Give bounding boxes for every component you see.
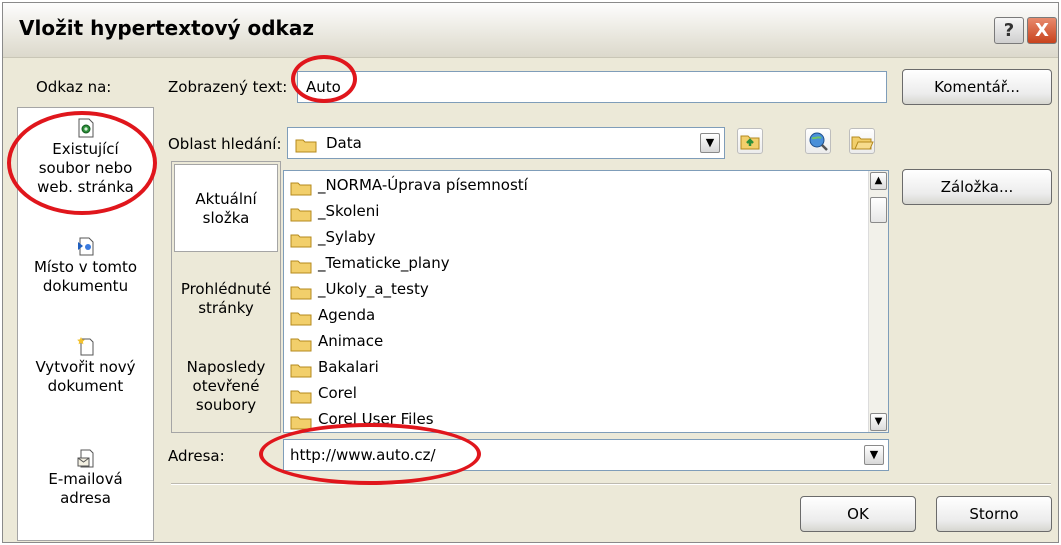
folder-icon (290, 360, 312, 377)
folder-icon (290, 204, 312, 221)
file-list-item[interactable]: _Tematicke_plany (290, 250, 450, 276)
file-name: _NORMA-Úprava písemností (318, 176, 528, 194)
browse-item-label: stránky (198, 299, 254, 317)
place-in-document-icon (77, 237, 93, 256)
screentip-button[interactable]: Komentář... (902, 69, 1052, 105)
browse-item-label: Prohlédnuté (180, 280, 272, 298)
link-to-email[interactable]: E-mailová adresa (18, 448, 153, 508)
file-list-scrollbar[interactable]: ▲ ▼ (868, 171, 888, 432)
file-name: _Tematicke_plany (318, 254, 450, 272)
folder-icon (290, 178, 312, 195)
file-name: _Sylaby (318, 228, 376, 246)
new-document-icon (76, 337, 93, 356)
dialog-title: Vložit hypertextový odkaz (19, 16, 314, 40)
file-list-item[interactable]: _Sylaby (290, 224, 376, 250)
look-in-value: Data (326, 134, 362, 152)
bookmark-button[interactable]: Záložka... (902, 169, 1052, 205)
file-list-item[interactable]: Bakalari (290, 354, 379, 380)
folder-icon (290, 386, 312, 403)
address-label: Adresa: (168, 447, 225, 465)
browse-bar: Aktuální složka Prohlédnuté stránky Napo… (171, 161, 281, 433)
file-name: Bakalari (318, 358, 379, 376)
file-name: Animace (318, 332, 384, 350)
folder-icon (290, 230, 312, 247)
browse-recent-files[interactable]: Naposledy otevřené soubory (172, 358, 280, 415)
display-text-label: Zobrazený text: (168, 78, 288, 96)
link-to-label: Odkaz na: (36, 78, 112, 96)
highlight-ellipse (259, 423, 481, 485)
chevron-down-icon[interactable]: ▼ (700, 133, 720, 153)
display-text-input[interactable]: Auto (297, 71, 887, 103)
browse-file-icon[interactable] (849, 128, 875, 154)
file-list-item[interactable]: Animace (290, 328, 383, 354)
cancel-button[interactable]: Storno (936, 496, 1052, 532)
browse-browsed-pages[interactable]: Prohlédnuté stránky (172, 280, 280, 318)
help-button[interactable]: ? (994, 17, 1024, 44)
file-list-item[interactable]: _Ukoly_a_testy (290, 276, 429, 302)
link-to-new-document[interactable]: Vytvořit nový dokument (18, 336, 153, 396)
link-to-item-label: Místo v tomto (33, 258, 138, 276)
link-to-item-label: dokumentu (42, 277, 129, 295)
folder-icon (290, 308, 312, 325)
link-to-item-label: dokument (47, 377, 124, 395)
browse-item-label: soubory (195, 396, 257, 414)
browse-item-label: Naposledy (186, 358, 266, 376)
highlight-ellipse (7, 111, 157, 215)
scrollbar-thumb[interactable] (870, 197, 887, 223)
close-button[interactable]: X (1027, 17, 1057, 44)
browse-web-icon[interactable] (805, 128, 831, 154)
file-list-item[interactable]: Agenda (290, 302, 375, 328)
look-in-dropdown[interactable]: Data ▼ (287, 127, 725, 159)
file-list-item[interactable]: Corel (290, 380, 357, 406)
title-bar: Vložit hypertextový odkaz ? X (3, 3, 1058, 58)
file-name: _Ukoly_a_testy (318, 280, 429, 298)
file-list-item[interactable]: _NORMA-Úprava písemností (290, 172, 528, 198)
email-icon (77, 449, 93, 468)
look-in-label: Oblast hledání: (168, 135, 282, 153)
folder-icon (290, 412, 312, 429)
link-to-place-in-document[interactable]: Místo v tomto dokumentu (18, 236, 153, 296)
chevron-down-icon[interactable]: ▼ (864, 445, 884, 465)
highlight-ellipse (291, 55, 357, 103)
file-list[interactable]: _NORMA-Úprava písemností _Skoleni _Sylaby _… (283, 170, 889, 433)
insert-hyperlink-dialog: Vložit hypertextový odkaz ? X Odkaz na: … (2, 2, 1059, 543)
folder-icon (290, 334, 312, 351)
browse-item-label: otevřené (192, 377, 260, 395)
chevron-up-icon[interactable]: ▲ (870, 172, 887, 190)
folder-icon (290, 256, 312, 273)
file-name: Corel (318, 384, 357, 402)
file-name: _Skoleni (318, 202, 380, 220)
link-to-item-label: adresa (60, 489, 111, 507)
file-list-item[interactable]: _Skoleni (290, 198, 379, 224)
folder-icon (290, 282, 312, 299)
browse-item-label: složka (202, 209, 250, 227)
up-one-folder-icon[interactable] (737, 128, 763, 154)
link-to-item-label: Vytvořit nový (35, 358, 136, 376)
link-to-item-label: E-mailová (48, 470, 123, 488)
browse-item-label: Aktuální (195, 190, 257, 208)
chevron-down-icon[interactable]: ▼ (870, 413, 887, 431)
ok-button[interactable]: OK (800, 496, 916, 532)
file-name: Agenda (318, 306, 376, 324)
separator (171, 483, 1051, 485)
folder-icon (295, 137, 317, 153)
browse-current-folder[interactable]: Aktuální složka (172, 190, 280, 228)
